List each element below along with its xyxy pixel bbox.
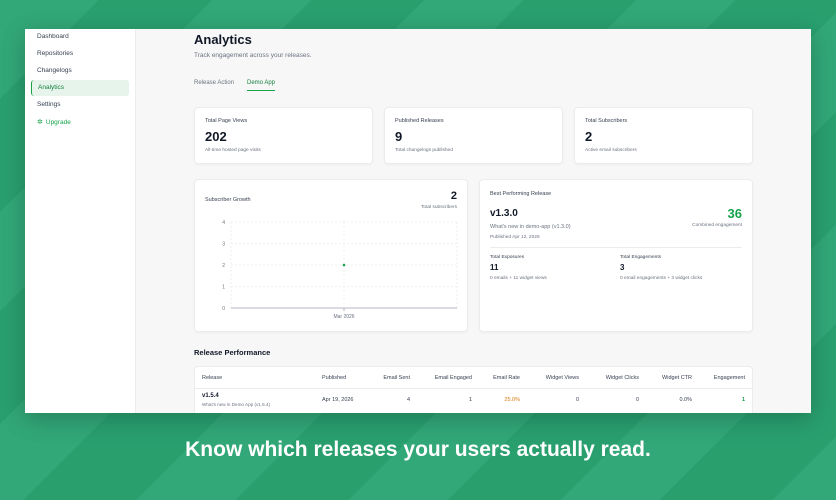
column-header-email-sent[interactable]: Email Sent [383,375,410,381]
row-published: Apr 19, 2026 [322,397,354,403]
stat-label: Total Subscribers [585,118,628,124]
stat-card-published-releases: Published Releases 9 Total changelogs pu… [384,107,563,164]
column-header-published[interactable]: Published [322,375,346,381]
stat-label: Published Releases [395,118,444,124]
tab-release-action[interactable]: Release Action [194,80,234,90]
stat-value: 202 [205,129,227,144]
column-header-email-rate[interactable]: Email Rate [493,375,520,381]
stat-value: 9 [395,129,403,144]
best-version: v1.3.0 [490,208,518,219]
page-title: Analytics [194,32,252,47]
stat-value: 2 [585,129,593,144]
release-performance-title: Release Performance [194,348,271,357]
best-performing-card: Best Performing Release v1.3.0 What's ne… [479,179,753,332]
x-tick-label: Mar 2026 [333,314,354,320]
stat-card-page-views: Total Page Views 202 All-time hosted pag… [194,107,373,164]
stat-sub: Active email subscribers [585,148,637,153]
column-header-release[interactable]: Release [202,375,222,381]
row-version: v1.5.4 [202,393,219,399]
stat-sub: All-time hosted page visits [205,148,261,153]
sidebar-item-analytics[interactable]: Analytics [31,80,129,96]
sparkle-icon: ✲ [37,119,43,126]
page-subtitle: Track engagement across your releases. [194,52,312,59]
engagement-score: 36 [727,206,742,221]
subscriber-growth-chart: 0 1 2 3 4 Mar 2026 [222,220,458,320]
sidebar-item-settings[interactable]: Settings [31,97,129,113]
best-description: What's new in demo-app (v1.3.0) [490,224,571,230]
y-tick-label: 2 [222,263,225,269]
engagements-label: Total Engagements [620,255,662,260]
row-email-engaged: 1 [468,397,472,403]
sidebar-item-changelogs[interactable]: Changelogs [31,63,129,79]
sidebar: Dashboard Repositories Changelogs Analyt… [25,29,136,413]
row-email-sent: 4 [406,397,410,403]
row-description: What's new in Demo App (v1.5.4) [202,402,271,407]
column-header-widget-clicks[interactable]: Widget Clicks [606,375,639,381]
header-divider [195,388,752,389]
y-tick-label: 3 [222,242,225,248]
upgrade-label: Upgrade [45,119,71,126]
row-widget-ctr: 0.0% [679,397,692,403]
main-content: Analytics Track engagement across your r… [136,29,811,413]
data-point [342,263,346,267]
column-header-widget-views[interactable]: Widget Views [546,375,579,381]
row-widget-views: 0 [575,397,579,403]
stat-sub: Total changelogs published [395,148,453,153]
column-header-widget-ctr[interactable]: Widget CTR [662,375,692,381]
column-header-email-engaged[interactable]: Email Engaged [435,375,472,381]
row-engagement: 1 [741,397,745,403]
column-header-engagement[interactable]: Engagement [714,375,745,381]
row-widget-clicks: 0 [635,397,639,403]
exposures-sub: 0 emails + 11 widget views [490,276,547,281]
y-tick-label: 4 [222,220,225,226]
tab-demo-app[interactable]: Demo App [247,80,276,91]
release-performance-table: Release Published Email Sent Email Engag… [194,366,753,413]
engagements-value: 3 [620,263,625,272]
stat-card-subscribers: Total Subscribers 2 Active email subscri… [574,107,753,164]
app-window: Dashboard Repositories Changelogs Analyt… [25,29,811,413]
y-tick-label: 1 [222,285,225,291]
best-performing-title: Best Performing Release [490,191,552,197]
exposures-value: 11 [490,263,499,272]
divider [490,247,742,248]
best-published-date: Published Apr 12, 2026 [490,235,540,240]
sidebar-item-dashboard[interactable]: Dashboard [31,29,129,45]
subscriber-growth-card: Subscriber Growth 2 Total subscribers 01… [194,179,468,332]
engagement-score-label: Combined engagement [692,223,742,228]
y-tick-label: 0 [222,306,225,312]
sidebar-item-upgrade[interactable]: ✲ Upgrade [31,115,129,131]
engagements-sub: 0 email engagements + 3 widget clicks [620,276,703,281]
exposures-label: Total Exposures [490,255,525,260]
row-email-rate: 25.0% [504,397,520,403]
marketing-caption: Know which releases your users actually … [185,438,651,461]
stat-label: Total Page Views [205,118,248,124]
sidebar-item-repositories[interactable]: Repositories [31,46,129,62]
